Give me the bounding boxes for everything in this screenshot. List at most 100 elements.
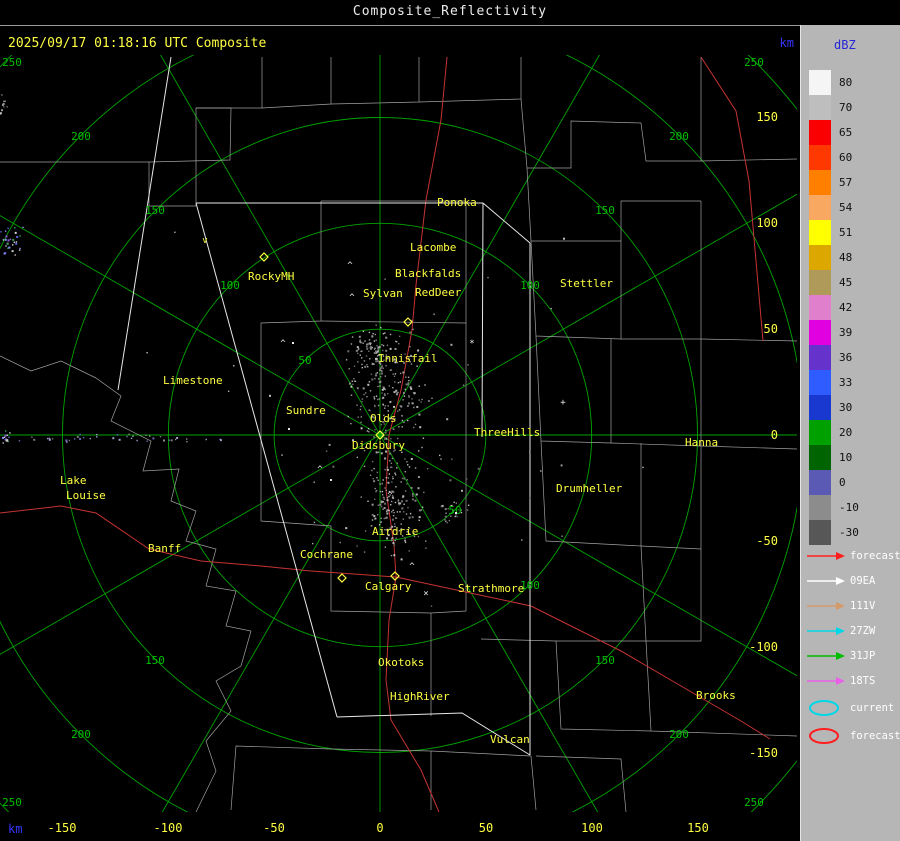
radar-echo xyxy=(400,558,403,561)
colorbar-level: 39 xyxy=(801,320,900,345)
radar-echo xyxy=(68,439,71,442)
colorbar-value: 42 xyxy=(839,301,853,314)
radar-echo xyxy=(5,430,7,432)
radar-echo xyxy=(33,438,36,441)
111V-arrow-icon xyxy=(807,601,845,610)
radar-echo xyxy=(364,530,367,532)
radar-echo xyxy=(372,332,374,335)
radar-echo xyxy=(377,349,380,351)
radar-app-window: Composite_Reflectivity 2025/09/17 01:18:… xyxy=(0,0,900,841)
radar-echo xyxy=(360,496,362,498)
radar-echo xyxy=(388,473,391,475)
radar-echo xyxy=(418,509,421,512)
radar-echo xyxy=(439,454,441,457)
radar-echo xyxy=(347,350,350,353)
colorbar-level: 0 xyxy=(801,470,900,495)
radar-echo xyxy=(529,451,531,453)
radar-echo xyxy=(404,458,406,460)
colorbar-level: 65 xyxy=(801,120,900,145)
radar-echo xyxy=(350,385,353,388)
radar-echo xyxy=(563,237,565,240)
radar-echo xyxy=(407,419,409,422)
radar-echo xyxy=(18,249,21,251)
radar-echo xyxy=(390,369,393,371)
legend-row: forecast xyxy=(801,723,900,749)
colorbar-swatch xyxy=(809,95,831,120)
station-marker: v xyxy=(202,236,207,246)
county-boundary xyxy=(230,745,332,811)
range-label: 200 xyxy=(669,130,689,143)
radar-echo xyxy=(371,469,373,472)
radar-echo xyxy=(145,434,147,436)
colorbar-value: 60 xyxy=(839,151,853,164)
radar-echo xyxy=(400,481,402,483)
radar-echo xyxy=(163,439,165,442)
radar-echo xyxy=(227,390,230,392)
colorbar-level: -30 xyxy=(801,520,900,545)
radar-echo xyxy=(382,501,384,503)
radar-echo xyxy=(381,483,383,485)
radar-echo xyxy=(3,252,6,255)
radar-echo xyxy=(377,385,379,388)
county-boundary xyxy=(480,638,557,642)
radar-echo xyxy=(425,540,427,542)
radar-echo xyxy=(398,343,400,345)
radar-echo xyxy=(383,507,386,509)
radar-echo xyxy=(363,551,366,553)
radar-map[interactable]: 2025/09/17 01:18:16 UTC Composite km km … xyxy=(0,25,800,841)
radar-echo xyxy=(450,343,453,346)
radar-echo xyxy=(385,432,387,434)
radar-echo xyxy=(16,236,19,238)
radar-echo xyxy=(391,518,394,521)
radar-echo xyxy=(370,373,373,375)
radar-echo xyxy=(444,515,447,518)
radar-echo xyxy=(409,512,412,515)
station-marker: ^ xyxy=(280,339,286,349)
radar-echo xyxy=(349,382,351,384)
radar-echo xyxy=(384,468,386,471)
radar-echo xyxy=(136,439,138,442)
radar-echo xyxy=(441,504,444,507)
radar-echo xyxy=(446,522,448,524)
colorbar-level: 36 xyxy=(801,345,900,370)
radar-echo xyxy=(367,500,369,502)
city-label: Hanna xyxy=(685,436,718,449)
radar-echo xyxy=(5,245,7,247)
radar-echo xyxy=(374,347,376,349)
radar-echo xyxy=(405,383,408,386)
radar-echo xyxy=(392,476,394,478)
legend-row: 31JP xyxy=(801,643,900,668)
forecast-arrow-icon xyxy=(807,551,845,560)
radar-echo xyxy=(89,437,91,440)
colorbar-swatch xyxy=(809,270,831,295)
radar-echo xyxy=(82,436,85,439)
colorbar-swatch xyxy=(809,195,831,220)
radar-echo xyxy=(390,466,392,468)
radar-echo xyxy=(402,399,404,401)
radar-echo xyxy=(418,399,420,401)
radar-echo xyxy=(146,352,148,354)
colorbar-value: 54 xyxy=(839,201,853,214)
city-label: Stettler xyxy=(560,277,613,290)
radar-echo xyxy=(357,416,359,418)
radar-echo xyxy=(384,375,386,377)
radar-echo xyxy=(413,426,415,429)
colorbar-value: 65 xyxy=(839,126,853,139)
radar-echo xyxy=(406,405,409,407)
radar-echo xyxy=(420,509,423,511)
radar-echo xyxy=(11,250,14,253)
radar-echo xyxy=(31,436,33,438)
city-label: Ponoka xyxy=(437,196,477,209)
radar-echo xyxy=(392,373,394,375)
radar-echo xyxy=(348,368,350,370)
radar-echo xyxy=(3,106,5,108)
county-boundary xyxy=(700,338,797,342)
radar-echo xyxy=(419,426,422,429)
31JP-arrow-icon xyxy=(807,651,845,660)
radar-echo xyxy=(332,465,335,468)
radar-echo xyxy=(366,343,369,346)
radar-echo xyxy=(382,349,384,352)
radar-echo xyxy=(373,398,376,400)
county-boundary xyxy=(640,545,702,642)
city-label: Okotoks xyxy=(378,656,424,669)
